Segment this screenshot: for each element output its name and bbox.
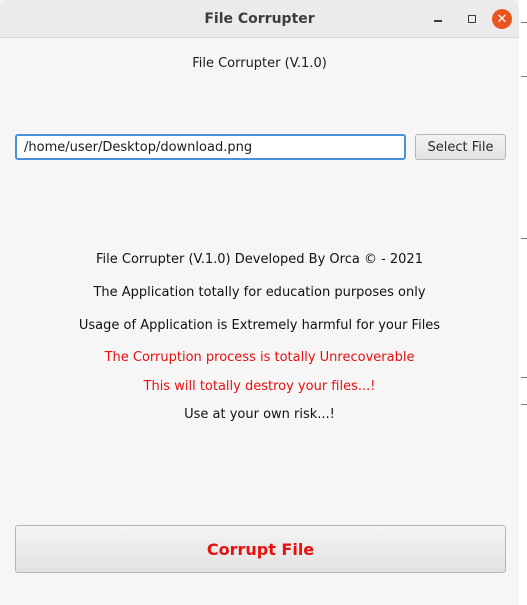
select-file-button[interactable]: Select File (415, 134, 506, 160)
file-path-input[interactable] (15, 134, 406, 160)
maximize-button[interactable] (462, 9, 482, 29)
app-header-title: File Corrupter (V.1.0) (192, 56, 327, 71)
destroy-warning: This will totally destroy your files...! (143, 379, 376, 394)
minimize-button[interactable] (428, 9, 448, 29)
edge-divider (521, 76, 527, 77)
background-window-edge (519, 0, 527, 605)
edge-divider (521, 238, 527, 239)
minimize-icon (434, 20, 442, 22)
close-icon: ✕ (496, 11, 508, 27)
education-notice: The Application totally for education pu… (93, 285, 426, 300)
developer-credit: File Corrupter (V.1.0) Developed By Orca… (96, 252, 423, 267)
harm-notice: Usage of Application is Extremely harmfu… (78, 318, 441, 333)
title-bar[interactable]: File Corrupter ✕ (0, 0, 519, 38)
edge-divider (521, 404, 527, 405)
maximize-icon (468, 15, 476, 23)
close-button[interactable]: ✕ (492, 9, 512, 29)
corrupt-file-button[interactable]: Corrupt File (15, 525, 506, 573)
app-window: File Corrupter ✕ File Corrupter (V.1.0) … (0, 0, 519, 605)
edge-divider (521, 377, 527, 378)
risk-notice: Use at your own risk...! (184, 407, 335, 422)
edge-divider (521, 22, 527, 23)
unrecoverable-warning: The Corruption process is totally Unreco… (104, 350, 415, 365)
